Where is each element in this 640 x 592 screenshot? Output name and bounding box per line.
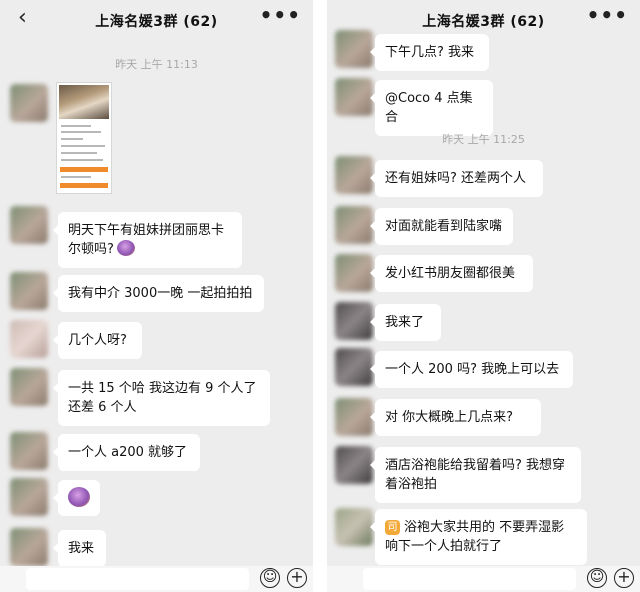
avatar[interactable] [335, 156, 373, 194]
avatar[interactable] [335, 78, 373, 116]
chat-message[interactable]: 司浴袍大家共用的 不要弄湿影响下一个人拍就行了 [370, 509, 587, 565]
chat-message[interactable]: 几个人呀? [53, 322, 142, 359]
message-text: 一个人 200 吗? 我晚上可以去 [385, 362, 560, 377]
message-text: @Coco 4 点集合 [385, 91, 473, 125]
avatar[interactable] [335, 206, 373, 244]
avatar[interactable] [10, 432, 48, 470]
sticker-emoji-icon [116, 240, 135, 256]
chat-message[interactable]: 我有中介 3000一晚 一起拍拍拍 [53, 275, 264, 312]
chat-message[interactable]: 一个人 200 吗? 我晚上可以去 [370, 351, 573, 388]
more-options-icon[interactable]: ••• [587, 3, 628, 27]
message-text: 浴袍大家共用的 不要弄湿影响下一个人拍就行了 [385, 520, 565, 554]
sticker-message[interactable] [53, 480, 100, 516]
message-text: 我有中介 3000一晚 一起拍拍拍 [68, 286, 253, 301]
hotel-photo [59, 85, 109, 119]
avatar[interactable] [10, 272, 48, 310]
reply-badge-icon: 司 [385, 520, 400, 535]
message-timestamp: 昨天 上午 11:13 [115, 58, 198, 71]
chat-message[interactable]: 下午几点? 我来 [370, 34, 489, 71]
message-text: 几个人呀? [68, 333, 127, 348]
chat-message[interactable]: 还有姐妹吗? 还差两个人 [370, 160, 543, 197]
chat-message[interactable]: 明天下午有姐妹拼团丽思卡尔顿吗? [53, 212, 242, 268]
plus-icon[interactable]: + [614, 568, 634, 588]
avatar[interactable] [335, 348, 373, 386]
image-message[interactable] [56, 82, 112, 194]
avatar[interactable] [335, 254, 373, 292]
chat-message[interactable]: @Coco 4 点集合 [370, 80, 493, 136]
message-text: 明天下午有姐妹拼团丽思卡尔顿吗? [68, 223, 225, 257]
message-text: 发小红书朋友圈都很美 [385, 266, 516, 281]
message-text: 一个人 a200 就够了 [68, 445, 188, 460]
input-bar: ☺ + [0, 566, 313, 592]
avatar[interactable] [10, 84, 48, 122]
chat-message[interactable]: 一个人 a200 就够了 [53, 434, 200, 471]
message-text: 一共 15 个哈 我这边有 9 个人了还差 6 个人 [68, 381, 257, 415]
message-text: 对 你大概晚上几点来? [385, 410, 514, 425]
chat-message[interactable]: 酒店浴袍能给我留着吗? 我想穿着浴袍拍 [370, 447, 581, 503]
message-text: 对面就能看到陆家嘴 [385, 219, 503, 234]
avatar[interactable] [335, 302, 373, 340]
avatar[interactable] [10, 320, 48, 358]
message-text: 下午几点? 我来 [385, 45, 475, 60]
message-text: 我来了 [385, 315, 425, 330]
message-text: 酒店浴袍能给我留着吗? 我想穿着浴袍拍 [385, 458, 566, 492]
left-chat-screen: ‹ 上海名媛3群 (62) ••• 昨天 上午 11:13 明天下午有姐妹拼团丽… [0, 0, 313, 592]
chat-message[interactable]: 我来 [53, 530, 106, 567]
avatar[interactable] [335, 508, 373, 546]
avatar[interactable] [335, 446, 373, 484]
plus-icon[interactable]: + [287, 568, 307, 588]
avatar[interactable] [10, 528, 48, 566]
chat-message[interactable]: 对面就能看到陆家嘴 [370, 208, 513, 245]
more-options-icon[interactable]: ••• [260, 3, 301, 27]
chat-message[interactable]: 发小红书朋友圈都很美 [370, 255, 533, 292]
message-timestamp: 昨天 上午 11:25 [442, 133, 525, 146]
avatar[interactable] [10, 206, 48, 244]
avatar[interactable] [335, 398, 373, 436]
sticker-emoji-icon [68, 487, 90, 507]
emoji-icon[interactable]: ☺ [587, 568, 607, 588]
input-bar: ☺ + [327, 566, 640, 592]
message-text: 还有姐妹吗? 还差两个人 [385, 171, 527, 186]
emoji-icon[interactable]: ☺ [260, 568, 280, 588]
message-input[interactable] [363, 568, 576, 590]
chat-header: ‹ 上海名媛3群 (62) ••• [0, 0, 313, 40]
avatar[interactable] [335, 30, 373, 68]
right-chat-screen: 上海名媛3群 (62) ••• 下午几点? 我来 @Coco 4 点集合 昨天 … [327, 0, 640, 592]
chat-message[interactable]: 一共 15 个哈 我这边有 9 个人了还差 6 个人 [53, 370, 270, 426]
avatar[interactable] [10, 368, 48, 406]
chat-message[interactable]: 对 你大概晚上几点来? [370, 399, 541, 436]
avatar[interactable] [10, 478, 48, 516]
chat-message[interactable]: 我来了 [370, 304, 441, 341]
message-input[interactable] [26, 568, 249, 590]
message-text: 我来 [68, 541, 95, 556]
